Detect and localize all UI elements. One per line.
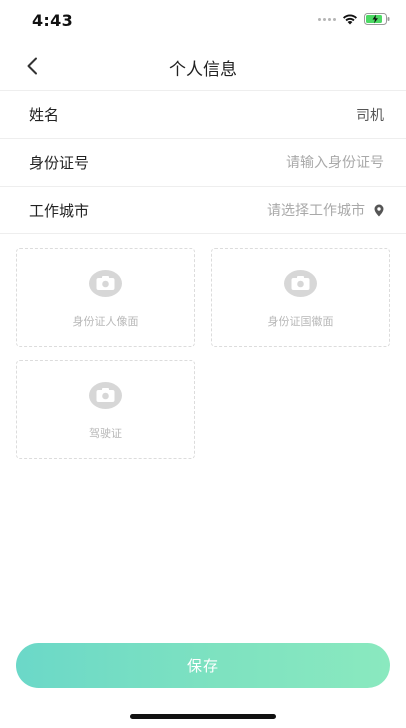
status-time: 4:43	[32, 11, 73, 30]
name-value: 司机	[356, 107, 384, 124]
signal-icon	[318, 17, 336, 21]
home-indicator	[130, 714, 276, 719]
upload-id-front[interactable]: 身份证人像面	[16, 248, 195, 347]
upload-id-back[interactable]: 身份证国徽面	[211, 248, 390, 347]
status-bar: 4:43	[0, 0, 406, 44]
upload-driver-license-label: 驾驶证	[89, 427, 122, 440]
work-city-placeholder: 请选择工作城市	[267, 203, 365, 219]
save-button[interactable]: 保存	[16, 643, 390, 688]
id-number-label: 身份证号	[29, 154, 90, 172]
name-row: 姓名 司机	[0, 90, 406, 138]
camera-icon	[89, 270, 122, 297]
upload-id-front-label: 身份证人像面	[72, 315, 139, 328]
name-label: 姓名	[29, 106, 60, 124]
work-city-row[interactable]: 工作城市 请选择工作城市	[0, 186, 406, 234]
work-city-label: 工作城市	[29, 201, 90, 220]
location-pin-icon	[374, 204, 384, 216]
id-number-input[interactable]	[184, 154, 384, 171]
info-form: 姓名 司机 身份证号 工作城市 请选择工作城市	[0, 90, 406, 234]
nav-bar: 个人信息	[0, 44, 406, 88]
id-number-row: 身份证号	[0, 138, 406, 186]
upload-id-back-label: 身份证国徽面	[267, 315, 334, 328]
wifi-icon	[342, 13, 358, 25]
page-title: 个人信息	[169, 60, 237, 80]
camera-icon	[89, 382, 122, 409]
work-city-selector[interactable]: 请选择工作城市	[267, 200, 384, 220]
upload-driver-license[interactable]: 驾驶证	[16, 360, 195, 459]
battery-charging-icon	[364, 13, 390, 25]
status-indicators	[318, 13, 390, 25]
camera-icon	[284, 270, 317, 297]
